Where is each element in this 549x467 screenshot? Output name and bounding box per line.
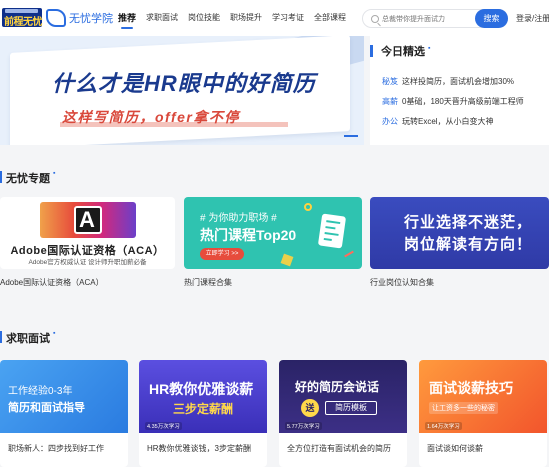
- banner-subtitle: 这样写简历，offer拿不停: [62, 109, 240, 125]
- sparkle-icon: ▪: [53, 170, 56, 177]
- pick-item[interactable]: 办公 玩转Excel，从小白变大神: [382, 116, 494, 127]
- pick-text: 玩转Excel，从小白变大神: [402, 117, 494, 126]
- sparkle-icon: ▪: [53, 330, 56, 337]
- banner-title: 什么才是HR眼中的好简历: [52, 71, 316, 96]
- sparkle-icon: ▪: [428, 44, 431, 52]
- nav-job-skills[interactable]: 岗位技能: [188, 12, 220, 24]
- cover-line2: 让工资多一些的秘密: [429, 402, 498, 414]
- pick-item[interactable]: 高薪 0基础，180天晋升高级前端工程师: [382, 96, 524, 107]
- top-header: 前程无忧 无忧学院 推荐 求职面试 岗位技能 职场提升 学习考证 全部课程 搜索…: [0, 0, 549, 36]
- cover-line1: 工作经验0-3年: [8, 386, 73, 397]
- academy-logo-text: 无忧学院: [69, 13, 113, 25]
- course-card[interactable]: HR教你优雅谈薪 三步定薪酬 4.35万次学习 HR教你优雅谈钱，3步定薪酬: [139, 360, 267, 467]
- learner-count: 5.77万次学习: [285, 422, 322, 430]
- logo-51job-text: 前程无忧: [4, 17, 43, 28]
- topic-card-adobe[interactable]: A Adobe国际认证资格（ACA） Adobe官方权威认证 设计师升职加薪必备: [0, 197, 175, 269]
- pick-item[interactable]: 秘笈 这样投简历，面试机会增加30%: [382, 76, 514, 87]
- adobe-card-subtitle: Adobe官方权威认证 设计师升职加薪必备: [28, 259, 147, 266]
- course-title: 全方位打造有面试机会的简历: [287, 444, 391, 453]
- nav-career-growth[interactable]: 职场提升: [230, 12, 262, 24]
- topics-section-header: 无忧专题 ▪: [6, 170, 55, 186]
- pick-tag: 高薪: [382, 97, 398, 106]
- interview-section-header: 求职面试 ▪: [6, 330, 55, 346]
- section-accent-bar: [0, 331, 2, 343]
- todays-picks-header: 今日精选 ▪: [370, 44, 430, 58]
- course-title: HR教你优雅谈钱，3步定薪酬: [147, 444, 252, 453]
- learn-now-button[interactable]: 立即学习 >>: [200, 248, 244, 260]
- industry-headline-line2: 岗位解读有方向！: [404, 236, 533, 253]
- login-register-link[interactable]: 登录/注册: [516, 13, 549, 24]
- topic-card-industry[interactable]: 行业选择不迷茫， 岗位解读有方向！: [370, 197, 549, 269]
- gift-badge: 送: [301, 399, 319, 417]
- course-title: 面试谈如何谈薪: [427, 444, 483, 453]
- course-cover: 好的简历会说话 送 简历模板 5.77万次学习: [279, 360, 407, 433]
- course-card[interactable]: 工作经验0-3年 简历和面试指导 职场新人：四步找到好工作: [0, 360, 128, 467]
- adobe-logo-letter: A: [79, 207, 95, 232]
- academy-logo-icon: [46, 9, 66, 27]
- document-icon: [317, 213, 347, 249]
- pick-text: 0基础，180天晋升高级前端工程师: [402, 97, 524, 106]
- course-cover: HR教你优雅谈薪 三步定薪酬 4.35万次学习: [139, 360, 267, 433]
- square-decoration: [280, 253, 294, 267]
- ring-decoration: [304, 203, 312, 211]
- cover-line2: 三步定薪酬: [173, 402, 234, 416]
- main-nav: 推荐 求职面试 岗位技能 职场提升 学习考证 全部课程: [118, 11, 356, 29]
- topic-caption[interactable]: Adobe国际认证资格（ACA）: [0, 277, 104, 288]
- industry-headline-line1: 行业选择不迷茫，: [404, 214, 533, 231]
- cover-line1: 好的简历会说话: [295, 380, 380, 394]
- search-icon: [371, 15, 379, 23]
- logo-51job[interactable]: 前程无忧: [2, 8, 43, 28]
- cover-line1: HR教你优雅谈薪: [149, 381, 254, 397]
- todays-picks-panel: 今日精选 ▪ 秘笈 这样投简历，面试机会增加30% 高薪 0基础，180天晋升高级前…: [370, 36, 549, 145]
- topic-caption[interactable]: 热门课程合集: [184, 277, 232, 288]
- pick-text: 这样投简历，面试机会增加30%: [402, 77, 515, 86]
- dash-decoration: [344, 250, 354, 258]
- pick-tag: 秘笈: [382, 77, 398, 86]
- search-box: 搜索: [362, 9, 508, 28]
- nav-certification[interactable]: 学习考证: [272, 12, 304, 24]
- section-accent-bar: [370, 45, 373, 57]
- cover-line1: 面试谈薪技巧: [429, 380, 513, 396]
- hero-banner[interactable]: 什么才是HR眼中的好简历 这样写简历，offer拿不停: [0, 36, 364, 145]
- topic-card-hot-courses[interactable]: # 为你助力职场 # 热门课程Top20 立即学习 >>: [184, 197, 362, 269]
- course-card[interactable]: 好的简历会说话 送 简历模板 5.77万次学习 全方位打造有面试机会的简历: [279, 360, 407, 467]
- course-card[interactable]: 面试谈薪技巧 让工资多一些的秘密 1.64万次学习 面试谈如何谈薪: [419, 360, 547, 467]
- nav-recommend[interactable]: 推荐: [118, 11, 136, 29]
- hot-courses-headline: 热门课程Top20: [200, 227, 297, 243]
- hot-courses-tagline: # 为你助力职场 #: [200, 213, 277, 224]
- cover-line2: 简历和面试指导: [8, 402, 85, 414]
- topics-section-title: 无忧专题: [6, 173, 50, 185]
- todays-picks-title: 今日精选: [381, 46, 425, 58]
- logo-wuyou-academy[interactable]: 无忧学院: [46, 7, 113, 29]
- nav-job-interview[interactable]: 求职面试: [146, 12, 178, 24]
- course-title: 职场新人：四步找到好工作: [8, 444, 104, 453]
- course-cover: 工作经验0-3年 简历和面试指导: [0, 360, 128, 433]
- search-button[interactable]: 搜索: [475, 9, 508, 28]
- learner-count: 1.64万次学习: [425, 422, 462, 430]
- section-accent-bar: [0, 171, 2, 183]
- search-input[interactable]: [382, 13, 467, 25]
- course-cover: 面试谈薪技巧 让工资多一些的秘密 1.64万次学习: [419, 360, 547, 433]
- learner-count: 4.35万次学习: [145, 422, 182, 430]
- nav-all-courses[interactable]: 全部课程: [314, 12, 346, 24]
- topic-caption[interactable]: 行业岗位认知合集: [370, 277, 434, 288]
- pick-tag: 办公: [382, 117, 398, 126]
- interview-section-title: 求职面试: [6, 333, 50, 345]
- carousel-indicator[interactable]: [344, 135, 358, 137]
- cover-tag: 简历模板: [325, 401, 377, 415]
